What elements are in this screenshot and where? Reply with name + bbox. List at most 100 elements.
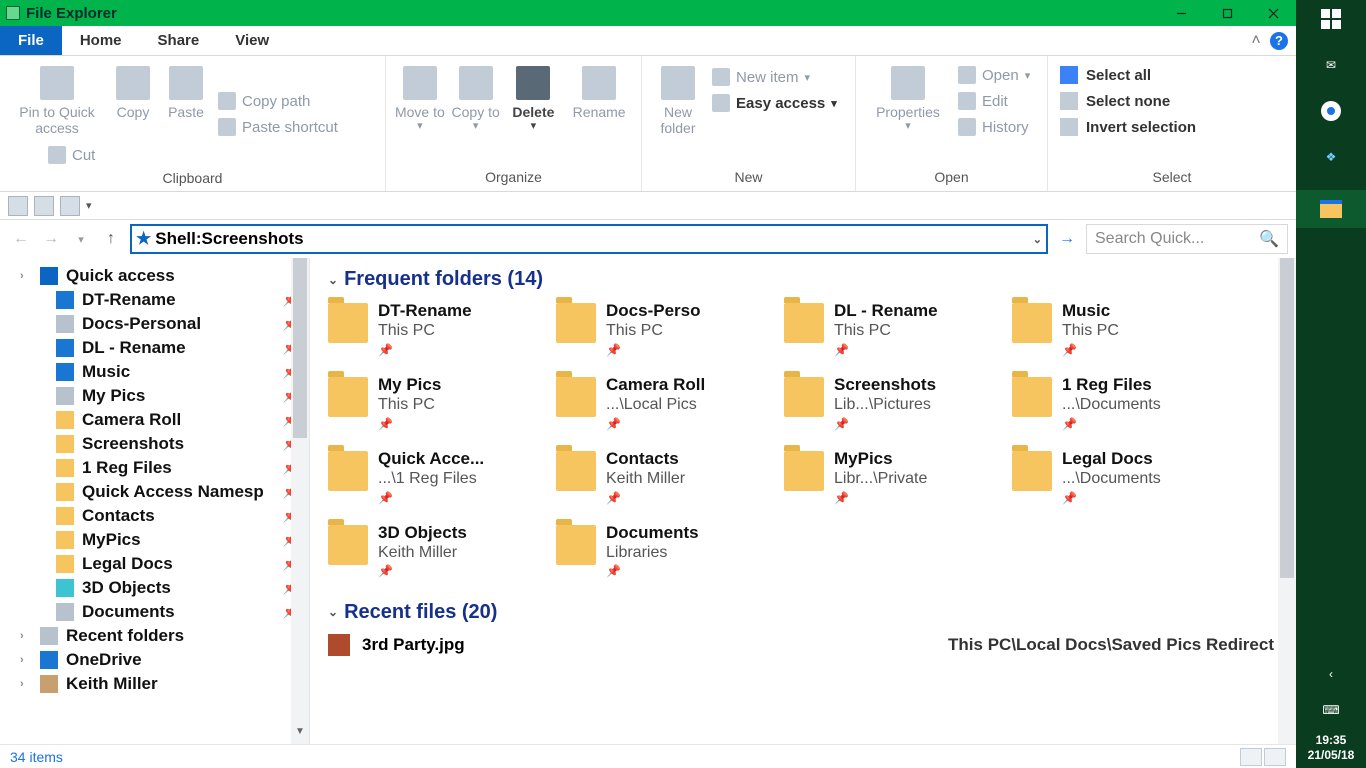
history-button[interactable]: History — [954, 116, 1034, 138]
folder-icon — [56, 531, 74, 549]
new-folder-button[interactable]: New folder — [648, 60, 708, 136]
chrome-icon[interactable] — [1318, 98, 1344, 124]
tree-item[interactable]: ›Recent folders — [10, 624, 309, 648]
recent-files-header[interactable]: ⌄ Recent files (20) — [328, 601, 1296, 624]
cut-button-2[interactable]: Cut — [44, 144, 342, 166]
tree-item[interactable]: ›Keith Miller — [10, 672, 309, 696]
properties-button[interactable]: Properties — [862, 60, 954, 133]
scroll-thumb[interactable] — [293, 258, 307, 438]
clock[interactable]: 19:35 21/05/18 — [1308, 733, 1355, 762]
tray-expand-icon[interactable]: ‹ — [1318, 661, 1344, 687]
folder-item[interactable]: Legal Docs...\Documents📌 — [1012, 449, 1240, 505]
tree-item[interactable]: DL - Rename📌 — [10, 336, 309, 360]
paste-button[interactable]: Paste — [158, 60, 214, 120]
search-box[interactable]: Search Quick... 🔍 — [1086, 224, 1288, 254]
tab-home[interactable]: Home — [62, 26, 140, 55]
folder-item[interactable]: DT-RenameThis PC📌 — [328, 301, 556, 357]
app-icon-1[interactable]: ❖ — [1318, 144, 1344, 170]
tree-item[interactable]: Documents📌 — [10, 600, 309, 624]
paste-shortcut-button[interactable]: Paste shortcut — [214, 116, 342, 138]
keyboard-icon[interactable]: ⌨ — [1318, 697, 1344, 723]
content-scrollbar[interactable] — [1278, 258, 1296, 744]
tree-item[interactable]: Docs-Personal📌 — [10, 312, 309, 336]
copy-to-button[interactable]: Copy to — [448, 60, 504, 133]
folder-item[interactable]: Quick Acce......\1 Reg Files📌 — [328, 449, 556, 505]
content-scroll-thumb[interactable] — [1280, 258, 1294, 578]
tree-item[interactable]: 3D Objects📌 — [10, 576, 309, 600]
collapse-ribbon-icon[interactable]: ˄ — [1248, 33, 1264, 49]
pin-to-quick-access-button[interactable]: Pin to Quick access — [6, 60, 108, 136]
delete-button[interactable]: Delete — [504, 60, 564, 133]
recent-locations-button[interactable]: ▾ — [70, 228, 92, 250]
qat-button-3[interactable] — [60, 196, 80, 216]
pin-icon: 📌 — [378, 564, 467, 578]
edit-button[interactable]: Edit — [954, 90, 1034, 112]
tree-scrollbar[interactable]: ▲ ▼ — [291, 258, 309, 744]
close-button[interactable] — [1250, 0, 1296, 26]
tree-item[interactable]: Contacts📌 — [10, 504, 309, 528]
qat-button-1[interactable] — [8, 196, 28, 216]
scroll-down-icon[interactable]: ▼ — [291, 726, 309, 744]
invert-selection-button[interactable]: Invert selection — [1060, 116, 1196, 138]
folder-item[interactable]: ContactsKeith Miller📌 — [556, 449, 784, 505]
select-all-button[interactable]: Select all — [1060, 64, 1196, 86]
tree-item[interactable]: Quick Access Namesp📌 — [10, 480, 309, 504]
frequent-folders-header[interactable]: ⌄ Frequent folders (14) — [328, 268, 1296, 291]
tree-item[interactable]: Screenshots📌 — [10, 432, 309, 456]
qat-button-2[interactable] — [34, 196, 54, 216]
start-button[interactable] — [1318, 6, 1344, 32]
folder-icon — [56, 411, 74, 429]
explorer-taskbar-icon[interactable] — [1296, 190, 1366, 228]
new-item-button[interactable]: New item — [708, 66, 841, 88]
tree-item[interactable]: Music📌 — [10, 360, 309, 384]
tree-item[interactable]: ›OneDrive — [10, 648, 309, 672]
folder-item[interactable]: Docs-PersoThis PC📌 — [556, 301, 784, 357]
pin-icon: 📌 — [606, 491, 685, 505]
folder-item[interactable]: 3D ObjectsKeith Miller📌 — [328, 523, 556, 579]
address-bar[interactable]: ★ ⌄ — [130, 224, 1048, 254]
tab-file[interactable]: File — [0, 26, 62, 55]
tree-item[interactable]: My Pics📌 — [10, 384, 309, 408]
recent-file-row[interactable]: 3rd Party.jpgThis PC\Local Docs\Saved Pi… — [328, 634, 1296, 656]
copy-button[interactable]: Copy — [108, 60, 158, 120]
details-view-button[interactable] — [1240, 748, 1262, 766]
move-to-button[interactable]: Move to — [392, 60, 448, 133]
tree-item[interactable]: MyPics📌 — [10, 528, 309, 552]
folder-item[interactable]: DL - RenameThis PC📌 — [784, 301, 1012, 357]
tree-item[interactable]: Legal Docs📌 — [10, 552, 309, 576]
qat-dropdown[interactable]: ▾ — [86, 199, 92, 212]
tree-item[interactable]: Camera Roll📌 — [10, 408, 309, 432]
minimize-button[interactable] — [1158, 0, 1204, 26]
forward-button[interactable]: → — [40, 228, 62, 250]
folder-item[interactable]: Camera Roll...\Local Pics📌 — [556, 375, 784, 431]
address-dropdown[interactable]: ⌄ — [1033, 233, 1042, 246]
maximize-button[interactable] — [1204, 0, 1250, 26]
folder-item[interactable]: DocumentsLibraries📌 — [556, 523, 784, 579]
copy-path-button[interactable]: Copy path — [214, 90, 342, 112]
folder-item[interactable]: 1 Reg Files...\Documents📌 — [1012, 375, 1240, 431]
folder-item[interactable]: MyPicsLibr...\Private📌 — [784, 449, 1012, 505]
open-button[interactable]: Open — [954, 64, 1034, 86]
back-button[interactable]: ← — [10, 228, 32, 250]
rename-button[interactable]: Rename — [563, 60, 635, 120]
tree-item[interactable]: DT-Rename📌 — [10, 288, 309, 312]
folder-item[interactable]: My PicsThis PC📌 — [328, 375, 556, 431]
tab-view[interactable]: View — [217, 26, 287, 55]
icons-view-button[interactable] — [1264, 748, 1286, 766]
tree-item[interactable]: ›Quick access — [10, 264, 309, 288]
ribbon: Pin to Quick access Copy Paste . Copy pa… — [0, 56, 1296, 192]
select-none-button[interactable]: Select none — [1060, 90, 1196, 112]
window-title: File Explorer — [26, 5, 117, 22]
mail-icon[interactable]: ✉ — [1318, 52, 1344, 78]
tree-item[interactable]: 1 Reg Files📌 — [10, 456, 309, 480]
folder-item[interactable]: ScreenshotsLib...\Pictures📌 — [784, 375, 1012, 431]
folder-icon — [40, 675, 58, 693]
up-button[interactable]: ↑ — [100, 228, 122, 250]
address-input[interactable] — [155, 226, 1029, 252]
help-icon[interactable]: ? — [1270, 32, 1288, 50]
go-button[interactable]: → — [1056, 230, 1078, 248]
easy-access-button[interactable]: Easy access — [708, 92, 841, 114]
folder-item[interactable]: MusicThis PC📌 — [1012, 301, 1240, 357]
tab-share[interactable]: Share — [140, 26, 218, 55]
nav-row: ← → ▾ ↑ ★ ⌄ → Search Quick... 🔍 — [0, 220, 1296, 258]
